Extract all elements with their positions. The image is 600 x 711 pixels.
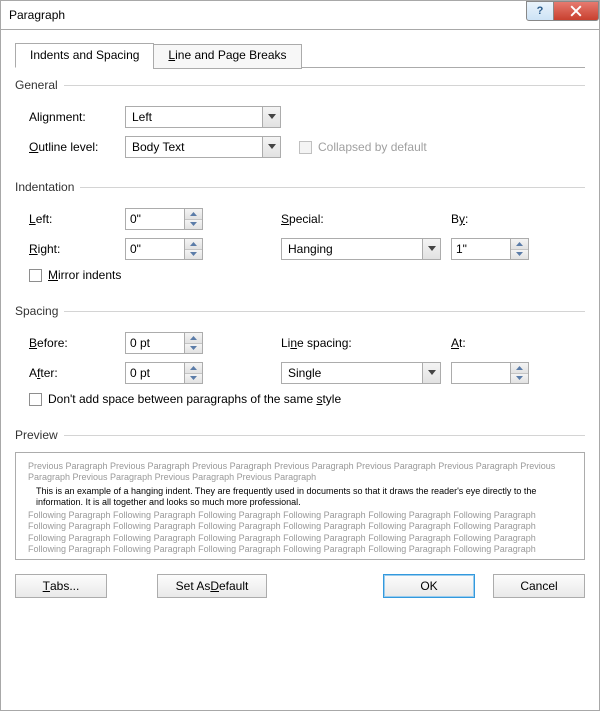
- dropdown-arrow-icon: [262, 137, 280, 157]
- spin-up-icon[interactable]: [511, 363, 528, 374]
- preview-box: Previous Paragraph Previous Paragraph Pr…: [15, 452, 585, 560]
- no-space-checkbox[interactable]: Don't add space between paragraphs of th…: [29, 392, 341, 406]
- special-value: Hanging: [288, 242, 333, 256]
- right-label: Right:: [29, 242, 125, 256]
- tab-line-page-breaks[interactable]: LLine and Page Breaksine and Page Breaks: [153, 44, 301, 69]
- general-legend: General: [15, 78, 64, 92]
- by-input[interactable]: [452, 242, 506, 256]
- left-spinner[interactable]: [125, 208, 203, 230]
- before-spinner[interactable]: [125, 332, 203, 354]
- after-spinner[interactable]: [125, 362, 203, 384]
- alignment-label: Alignment:: [29, 110, 125, 124]
- alignment-value: Left: [132, 110, 152, 124]
- close-icon: [570, 5, 582, 17]
- preview-sample-text: This is an example of a hanging indent. …: [36, 486, 572, 509]
- spin-up-icon[interactable]: [185, 363, 202, 374]
- right-input[interactable]: [126, 242, 180, 256]
- spin-up-icon[interactable]: [511, 239, 528, 250]
- by-spinner[interactable]: [451, 238, 529, 260]
- right-spinner[interactable]: [125, 238, 203, 260]
- client-area: Indents and Spacing LLine and Page Break…: [0, 30, 600, 711]
- indentation-legend: Indentation: [15, 180, 80, 194]
- preview-previous-text: Previous Paragraph Previous Paragraph Pr…: [28, 461, 572, 484]
- spin-down-icon[interactable]: [185, 344, 202, 354]
- by-label: By:: [451, 212, 511, 226]
- spin-down-icon[interactable]: [185, 374, 202, 384]
- at-input[interactable]: [452, 366, 506, 380]
- spin-up-icon[interactable]: [185, 333, 202, 344]
- at-label: At:: [451, 336, 511, 350]
- before-input[interactable]: [126, 336, 180, 350]
- spin-down-icon[interactable]: [511, 374, 528, 384]
- outline-label: Outline level:: [29, 140, 125, 154]
- after-input[interactable]: [126, 366, 180, 380]
- line-spacing-combo[interactable]: Single: [281, 362, 441, 384]
- tabs-button[interactable]: Tabs...: [15, 574, 107, 598]
- spin-down-icon[interactable]: [511, 250, 528, 260]
- preview-following-text: Following Paragraph Following Paragraph …: [28, 510, 572, 555]
- after-label: After:: [29, 366, 125, 380]
- dropdown-arrow-icon: [422, 239, 440, 259]
- outline-value: Body Text: [132, 140, 184, 154]
- special-combo[interactable]: Hanging: [281, 238, 441, 260]
- help-button[interactable]: ?: [526, 1, 554, 21]
- spin-down-icon[interactable]: [185, 250, 202, 260]
- collapsed-checkbox: Collapsed by default: [299, 140, 427, 154]
- tabstrip: Indents and Spacing LLine and Page Break…: [15, 42, 585, 68]
- checkbox-icon: [29, 393, 42, 406]
- general-group: General Alignment: Left Outline level: B…: [15, 78, 585, 166]
- spacing-legend: Spacing: [15, 304, 64, 318]
- line-spacing-label: Line spacing:: [281, 336, 391, 350]
- line-spacing-value: Single: [288, 366, 321, 380]
- dropdown-arrow-icon: [422, 363, 440, 383]
- outline-combo[interactable]: Body Text: [125, 136, 281, 158]
- spin-up-icon[interactable]: [185, 239, 202, 250]
- special-label: Special:: [281, 212, 391, 226]
- ok-button[interactable]: OK: [383, 574, 475, 598]
- titlebar[interactable]: Paragraph ?: [0, 0, 600, 30]
- dropdown-arrow-icon: [262, 107, 280, 127]
- dialog-title: Paragraph: [9, 8, 65, 22]
- button-row: Tabs... Set As Default OK Cancel: [15, 574, 585, 598]
- preview-legend: Preview: [15, 428, 64, 442]
- spacing-group: Spacing Before: Line spacing: At: After:…: [15, 304, 585, 414]
- before-label: Before:: [29, 336, 125, 350]
- set-default-button[interactable]: Set As Default: [157, 574, 267, 598]
- checkbox-icon: [299, 141, 312, 154]
- spin-up-icon[interactable]: [185, 209, 202, 220]
- alignment-combo[interactable]: Left: [125, 106, 281, 128]
- cancel-button[interactable]: Cancel: [493, 574, 585, 598]
- left-input[interactable]: [126, 212, 180, 226]
- at-spinner[interactable]: [451, 362, 529, 384]
- mirror-checkbox[interactable]: Mirror indents: [29, 268, 121, 282]
- spin-down-icon[interactable]: [185, 220, 202, 230]
- tab-indents-spacing[interactable]: Indents and Spacing: [15, 43, 154, 68]
- left-label: Left:: [29, 212, 125, 226]
- close-button[interactable]: [553, 1, 599, 21]
- checkbox-icon: [29, 269, 42, 282]
- indentation-group: Indentation Left: Special: By: Right: Ha…: [15, 180, 585, 290]
- preview-group: Preview Previous Paragraph Previous Para…: [15, 428, 585, 560]
